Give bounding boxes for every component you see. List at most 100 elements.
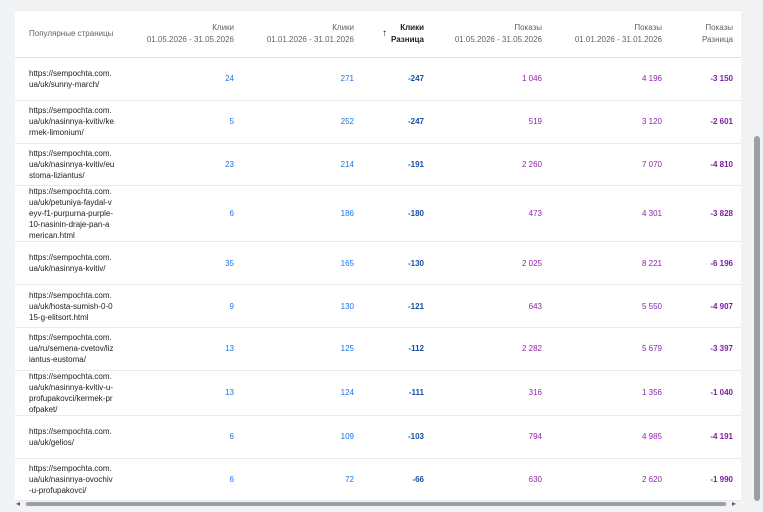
horizontal-scrollbar[interactable] (26, 502, 726, 506)
impressions-may-value: 1 046 (521, 74, 542, 84)
clicks-jan-value: 214 (340, 159, 354, 169)
header-label: Клики (212, 23, 234, 32)
clicks-diff-value: -103 (407, 432, 424, 442)
header-impressions-jan[interactable]: Показы 01.01.2026 - 31.01.2026 (550, 11, 670, 58)
clicks-jan-value: 130 (340, 301, 354, 311)
page-url[interactable]: https://sempochta.com.ua/uk/sunny-march/ (15, 58, 125, 101)
clicks-may-value: 23 (225, 159, 234, 169)
page-url[interactable]: https://sempochta.com.ua/uk/nasinnya-kvi… (15, 370, 125, 415)
table-row[interactable]: https://sempochta.com.ua/ru/semena-cveto… (15, 327, 741, 371)
table-row[interactable]: https://sempochta.com.ua/uk/nasinnya-kvi… (15, 370, 741, 416)
page-url[interactable]: https://sempochta.com.ua/uk/petuniya-fay… (15, 186, 125, 242)
header-label: Показы (634, 23, 662, 32)
impressions-diff-value: -3 397 (710, 344, 733, 354)
impressions-may-value: 794 (528, 432, 542, 442)
clicks-diff-value: -247 (407, 74, 424, 84)
clicks-jan-value: 109 (340, 432, 354, 442)
clicks-jan-value: 72 (345, 474, 354, 484)
clicks-jan-value: 124 (340, 388, 354, 398)
impressions-diff-value: -1 040 (710, 388, 733, 398)
impressions-may-value: 643 (528, 301, 542, 311)
table-row[interactable]: https://sempochta.com.ua/uk/nasinnya-kvi… (15, 242, 741, 285)
clicks-diff-value: -112 (408, 344, 424, 354)
page-url[interactable]: https://sempochta.com.ua/ru/semena-cveto… (15, 327, 125, 370)
scroll-left-arrow-icon[interactable]: ◂ (16, 499, 20, 508)
impressions-diff-value: -2 601 (710, 117, 733, 127)
impressions-may-value: 630 (528, 474, 542, 484)
impressions-diff-value: -4 191 (710, 432, 733, 442)
vertical-scrollbar[interactable] (754, 136, 760, 501)
clicks-jan-value: 186 (340, 209, 354, 219)
table-header-row: Популярные страницы Клики 01.05.2026 - 3… (15, 11, 741, 58)
page-url[interactable]: https://sempochta.com.ua/uk/nasinnya-kvi… (15, 100, 125, 143)
header-date-range: 01.05.2026 - 31.05.2026 (146, 35, 234, 44)
impressions-jan-value: 1 356 (641, 388, 662, 398)
header-label: Клики (332, 23, 354, 32)
table-row[interactable]: https://sempochta.com.ua/uk/nasinnya-kvi… (15, 100, 741, 144)
header-date-range: 01.01.2026 - 31.01.2026 (574, 35, 662, 44)
impressions-jan-value: 3 120 (641, 117, 662, 127)
page-url[interactable]: https://sempochta.com.ua/uk/hosta-sumish… (15, 285, 125, 328)
table-row[interactable]: https://sempochta.com.ua/uk/hosta-sumish… (15, 285, 741, 328)
impressions-jan-value: 4 985 (641, 432, 662, 442)
impressions-diff-value: -4 810 (710, 159, 733, 169)
impressions-may-value: 316 (528, 388, 542, 398)
header-label: Клики (400, 23, 424, 32)
impressions-diff-value: -6 196 (710, 258, 733, 268)
page-url[interactable]: https://sempochta.com.ua/uk/nasinnya-kvi… (15, 143, 125, 186)
header-impressions-may[interactable]: Показы 01.05.2026 - 31.05.2026 (432, 11, 550, 58)
clicks-diff-value: -121 (407, 301, 424, 311)
header-sublabel: Разница (701, 35, 733, 44)
header-clicks-may[interactable]: Клики 01.05.2026 - 31.05.2026 (125, 11, 242, 58)
header-popular-pages[interactable]: Популярные страницы (15, 11, 125, 58)
impressions-jan-value: 5 679 (641, 344, 662, 354)
impressions-may-value: 2 260 (521, 159, 542, 169)
header-clicks-jan[interactable]: Клики 01.01.2026 - 31.01.2026 (242, 11, 362, 58)
clicks-may-value: 35 (225, 258, 234, 268)
clicks-jan-value: 165 (340, 258, 354, 268)
table-row[interactable]: https://sempochta.com.ua/uk/nasinnya-ovo… (15, 458, 741, 501)
clicks-may-value: 24 (225, 74, 234, 84)
clicks-diff-value: -130 (407, 258, 424, 268)
impressions-may-value: 519 (528, 117, 542, 127)
header-sublabel: Разница (391, 35, 424, 44)
clicks-may-value: 6 (229, 474, 234, 484)
impressions-diff-value: -1 990 (710, 474, 733, 484)
header-label: Показы (705, 23, 733, 32)
impressions-may-value: 473 (528, 209, 542, 219)
clicks-may-value: 6 (229, 432, 234, 442)
clicks-diff-value: -180 (407, 209, 424, 219)
impressions-may-value: 2 282 (521, 344, 542, 354)
clicks-may-value: 6 (229, 209, 234, 219)
impressions-jan-value: 8 221 (641, 258, 662, 268)
impressions-diff-value: -4 907 (710, 301, 733, 311)
clicks-diff-value: -191 (407, 159, 424, 169)
impressions-may-value: 2 025 (521, 258, 542, 268)
header-impressions-diff[interactable]: Показы Разница (670, 11, 741, 58)
top-pages-table: Популярные страницы Клики 01.05.2026 - 3… (15, 11, 741, 501)
impressions-diff-value: -3 828 (710, 209, 733, 219)
sort-arrow-up-icon: ↑ (382, 28, 388, 39)
impressions-diff-value: -3 150 (710, 74, 733, 84)
impressions-jan-value: 4 301 (641, 209, 662, 219)
page-url[interactable]: https://sempochta.com.ua/uk/gelios/ (15, 415, 125, 458)
clicks-may-value: 5 (229, 117, 234, 127)
clicks-may-value: 13 (225, 344, 234, 354)
table-row[interactable]: https://sempochta.com.ua/uk/gelios/ 6 10… (15, 415, 741, 459)
top-pages-table-card: Популярные страницы Клики 01.05.2026 - 3… (15, 10, 741, 501)
header-date-range: 01.01.2026 - 31.01.2026 (266, 35, 354, 44)
clicks-may-value: 13 (225, 388, 234, 398)
page-url[interactable]: https://sempochta.com.ua/uk/nasinnya-ovo… (15, 458, 125, 501)
clicks-jan-value: 271 (340, 74, 354, 84)
scroll-right-arrow-icon[interactable]: ▸ (732, 499, 736, 508)
clicks-diff-value: -111 (408, 388, 424, 398)
page-url[interactable]: https://sempochta.com.ua/uk/nasinnya-kvi… (15, 242, 125, 285)
table-row[interactable]: https://sempochta.com.ua/uk/sunny-march/… (15, 58, 741, 101)
table-row[interactable]: https://sempochta.com.ua/uk/petuniya-fay… (15, 186, 741, 242)
table-row[interactable]: https://sempochta.com.ua/uk/nasinnya-kvi… (15, 143, 741, 186)
header-clicks-diff[interactable]: ↑ Клики Разница (362, 11, 432, 58)
impressions-jan-value: 4 196 (641, 74, 662, 84)
clicks-jan-value: 252 (340, 117, 354, 127)
header-label: Показы (514, 23, 542, 32)
clicks-diff-value: -66 (412, 474, 424, 484)
